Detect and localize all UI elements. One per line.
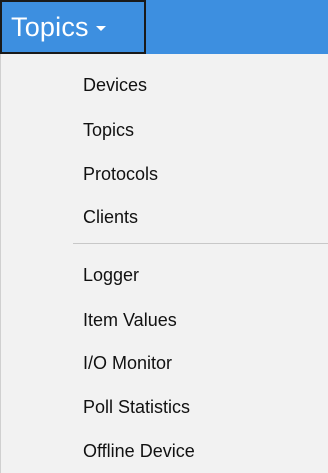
menu-item-protocols[interactable]: Protocols: [83, 163, 158, 185]
menu-item-topics[interactable]: Topics: [83, 119, 134, 141]
menu-gutter: [1, 54, 11, 473]
menu-item-logger[interactable]: Logger: [83, 264, 139, 286]
menu-item-clients[interactable]: Clients: [83, 206, 138, 228]
menu-separator: [73, 243, 328, 244]
topics-menu-button[interactable]: Topics: [0, 0, 146, 54]
menu-item-devices[interactable]: Devices: [83, 74, 147, 96]
topics-menu-button-label: Topics: [11, 11, 89, 42]
caret-down-icon: [95, 26, 106, 31]
menu-item-io-monitor[interactable]: I/O Monitor: [83, 352, 172, 374]
topics-menu: Topics Devices Topics Protocols Clients …: [0, 0, 328, 473]
menu-item-offline-device[interactable]: Offline Device: [83, 440, 195, 462]
menu-item-item-values[interactable]: Item Values: [83, 309, 177, 331]
menu-item-poll-statistics[interactable]: Poll Statistics: [83, 396, 190, 418]
menu-bar-highlight: [144, 0, 328, 54]
topics-dropdown-menu: Devices Topics Protocols Clients Logger …: [0, 54, 328, 473]
